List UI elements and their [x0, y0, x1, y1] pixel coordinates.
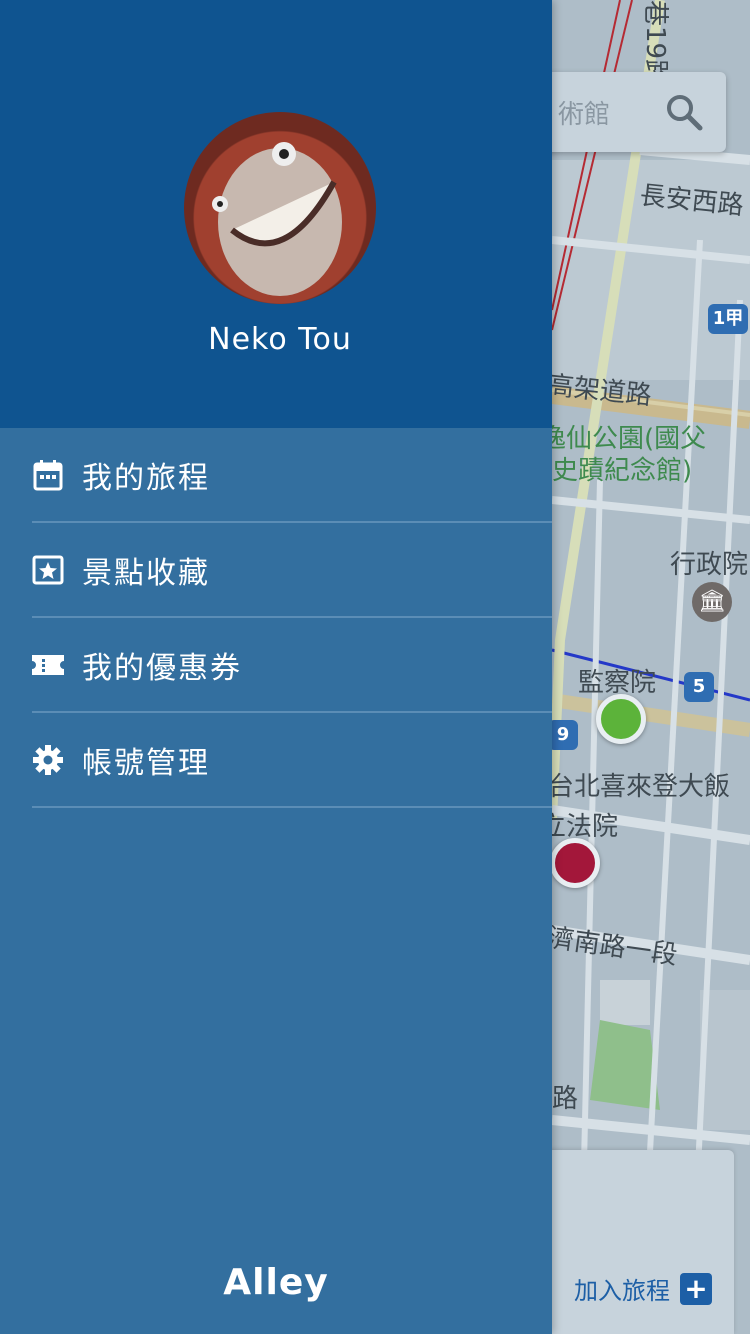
star-box-icon [32, 554, 64, 586]
menu-item-label: 帳號管理 [82, 745, 210, 781]
map-label-road: 路 [552, 1084, 579, 1114]
place-card[interactable]: 加入旅程 + [530, 1150, 734, 1334]
drawer-menu: 我的旅程 景點收藏 我的優惠券 帳號管理 [0, 428, 552, 808]
map-pin-green[interactable] [596, 694, 646, 744]
avatar-face-image [212, 142, 376, 304]
government-poi-icon: 🏛 [692, 582, 732, 622]
add-trip-label: 加入旅程 [574, 1277, 670, 1305]
map-label-park2: 史蹟紀念館) [552, 456, 693, 486]
search-bar[interactable]: 術館 [530, 72, 726, 152]
drawer-header: Neko Tou [0, 0, 552, 428]
menu-item-my-trips[interactable]: 我的旅程 [32, 428, 552, 523]
menu-item-label: 景點收藏 [82, 555, 210, 591]
user-name: Neko Tou [208, 322, 352, 357]
search-icon[interactable] [662, 90, 706, 134]
ticket-icon [32, 649, 64, 681]
menu-item-label: 我的旅程 [82, 460, 210, 496]
map-label-exec-yuan: 行政院 [670, 550, 749, 580]
menu-item-coupons[interactable]: 我的優惠券 [32, 618, 552, 713]
route-shield: 5 [684, 672, 714, 702]
brand-logo: Alley [223, 1262, 329, 1303]
navigation-drawer: Neko Tou 我的旅程 景點收藏 我的優惠券 帳號管理 Alley [0, 0, 552, 1334]
search-hint: 術館 [558, 100, 611, 130]
calendar-icon [32, 459, 64, 491]
plus-icon: + [680, 1272, 712, 1305]
avatar[interactable] [184, 112, 376, 304]
add-trip-button[interactable]: 加入旅程 + [574, 1271, 712, 1306]
route-shield: 9 [548, 720, 578, 750]
menu-item-account[interactable]: 帳號管理 [32, 713, 552, 808]
gear-icon [32, 744, 64, 776]
map-pin-red[interactable] [550, 838, 600, 888]
route-shield: 1甲 [708, 304, 748, 334]
menu-item-label: 我的優惠券 [82, 650, 242, 686]
menu-item-favorites[interactable]: 景點收藏 [32, 523, 552, 618]
map-label-sheraton: 台北喜來登大飯 [548, 772, 731, 802]
